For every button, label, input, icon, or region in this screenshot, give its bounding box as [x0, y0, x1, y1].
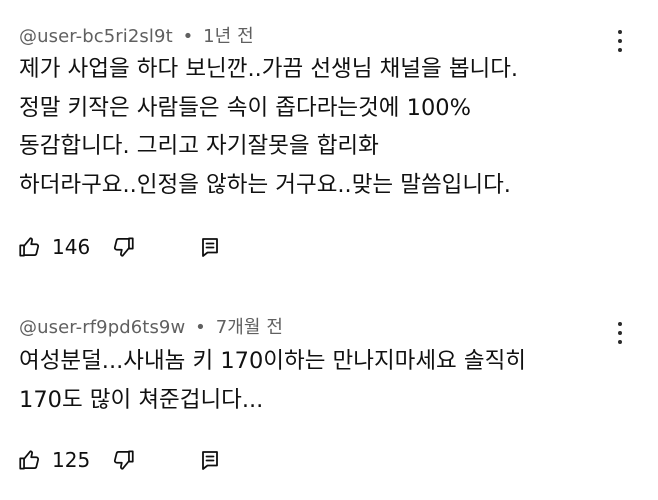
reply-icon[interactable] — [198, 235, 222, 259]
comment-time[interactable]: 1년 전 — [203, 26, 254, 47]
reply-button[interactable] — [198, 235, 222, 259]
meta-separator: • — [195, 317, 206, 338]
comment: @user-bc5ri2sl9t • 1년 전 제가 사업을 하다 보닌깐..가… — [0, 0, 658, 278]
comment-text: 제가 사업을 하다 보닌깐..가끔 선생님 채널을 봅니다. 정말 키작은 사람… — [19, 50, 629, 204]
comment-line: 제가 사업을 하다 보닌깐..가끔 선생님 채널을 봅니다. — [19, 56, 519, 82]
like-button[interactable]: 146 — [17, 234, 110, 260]
comment-line: 정말 키작은 사람들은 속이 좁다라는것에 100% — [19, 94, 471, 121]
dislike-button[interactable] — [110, 234, 136, 260]
like-button[interactable]: 125 — [17, 447, 110, 473]
comment-author[interactable]: @user-bc5ri2sl9t — [19, 26, 173, 47]
like-count: 125 — [52, 448, 91, 472]
thumbs-up-icon[interactable] — [17, 234, 43, 260]
comment-actions: 125 — [17, 445, 222, 475]
comment-text: 여성분덜...사내놈 키 170이하는 만나지마세요 솔직히 170도 많이 쳐… — [19, 342, 629, 419]
comment-line: 여성분덜...사내놈 키 170이하는 만나지마세요 솔직히 — [19, 348, 527, 374]
thumbs-up-icon[interactable] — [17, 447, 43, 473]
thumbs-down-icon[interactable] — [110, 234, 136, 260]
comment-line: 170도 많이 쳐준겁니다... — [19, 386, 264, 413]
reply-icon[interactable] — [198, 448, 222, 472]
comment-meta: @user-bc5ri2sl9t • 1년 전 — [19, 22, 254, 48]
comment-time[interactable]: 7개월 전 — [216, 317, 283, 338]
dislike-button[interactable] — [110, 447, 136, 473]
meta-separator: • — [182, 26, 194, 47]
comment-author[interactable]: @user-rf9pd6ts9w — [19, 317, 185, 338]
comment: @user-rf9pd6ts9w • 7개월 전 여성분덜...사내놈 키 17… — [0, 290, 658, 500]
like-count: 146 — [52, 235, 91, 259]
thumbs-down-icon[interactable] — [110, 447, 136, 473]
comment-meta: @user-rf9pd6ts9w • 7개월 전 — [19, 313, 283, 339]
reply-button[interactable] — [198, 448, 222, 472]
comment-actions: 146 — [17, 232, 222, 262]
comment-line: 하더라구요..인정을 않하는 거구요..맞는 말씀입니다. — [19, 171, 511, 198]
comment-line: 동감합니다. 그리고 자기잘못을 합리화 — [19, 133, 379, 159]
